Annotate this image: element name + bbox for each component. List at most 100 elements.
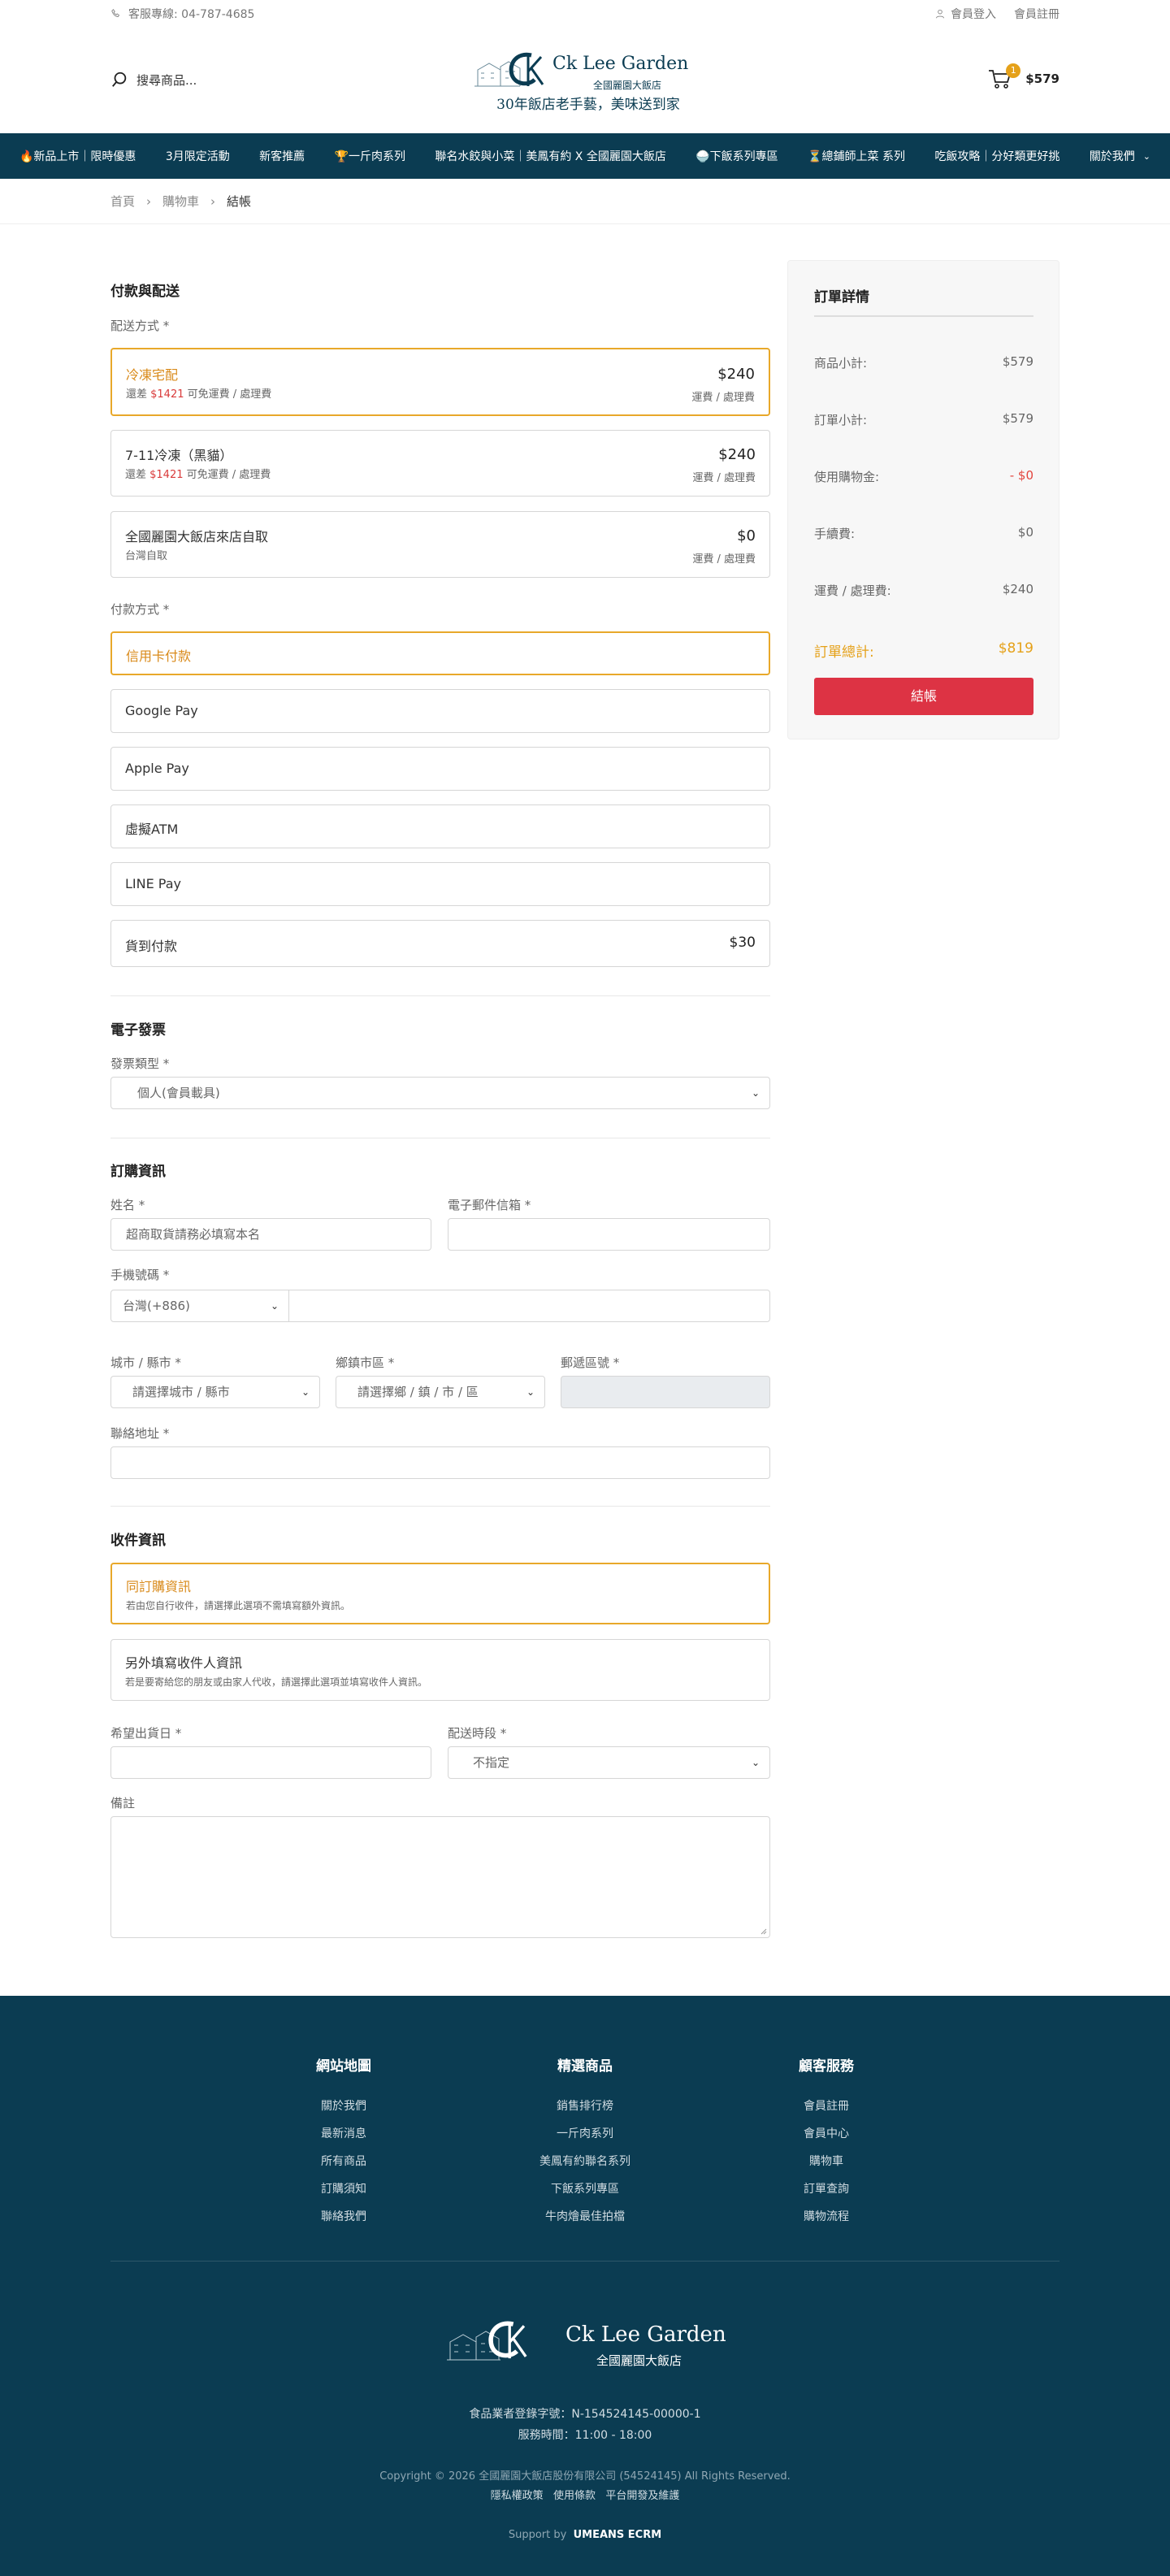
breadcrumb-home[interactable]: 首頁 [110,193,135,210]
footer-link[interactable]: 會員中心 [745,2120,908,2148]
order-summary: 訂單詳情 商品小計: $579 訂單小計: $579 使用購物金: - $0 手… [787,260,1060,739]
search-trigger[interactable]: 搜尋商品... [110,71,197,89]
shipping-option-name: 7-11冷凍（黑貓） [125,448,233,463]
footer-link[interactable]: 聯絡我們 [262,2203,425,2231]
address-input[interactable] [110,1446,770,1479]
ship-date-input[interactable] [110,1746,431,1779]
footer-link[interactable]: 購物車 [745,2148,908,2175]
payment-option-virtual-atm[interactable]: 虛擬ATM [110,804,770,848]
delivery-slot-label: 配送時段 * [448,1726,507,1741]
nav-item-rice[interactable]: 🍚下飯系列專區 [696,148,778,164]
district-select[interactable]: 請選擇鄉 / 鎮 / 市 / 區 ⌄ [336,1376,545,1408]
footer-column-sitemap: 網站地圖 關於我們 最新消息 所有商品 訂購須知 聯絡我們 [262,2054,425,2231]
footer-link[interactable]: 訂購須知 [262,2175,425,2203]
payment-option-fee: $30 [729,935,756,951]
nav-item-new[interactable]: 🔥新品上市｜限時優惠 [20,148,136,164]
nav-about-label: 關於我們 [1089,150,1135,163]
footer-link[interactable]: 銷售排行榜 [504,2092,666,2120]
cart-button[interactable]: 1 $579 [988,63,1060,89]
recipient-option-note: 若是要寄給您的朋友或由家人代收，請選擇此選項並填寫收件人資訊。 [125,1676,428,1688]
summary-row-label: 使用購物金: [814,470,880,484]
payment-option-google-pay[interactable]: Google Pay [110,689,770,733]
invoice-type-select[interactable]: 個人(會員載具) ⌄ [110,1077,770,1109]
nav-item-collab[interactable]: 聯名水餃與小菜｜美鳳有約 X 全國麗園大飯店 [435,148,666,164]
breadcrumb-cart[interactable]: 購物車 [162,193,199,210]
summary-row-value: $0 [1017,525,1034,540]
footer-support: Support by UMEANS ECRM [0,2529,1170,2541]
name-label: 姓名 * [110,1198,145,1212]
footer-link[interactable]: 訂單查詢 [745,2175,908,2203]
breadcrumb: 首頁 › 購物車 › 結帳 [0,179,1170,224]
summary-row-store-credit: 使用購物金: - $0 [814,468,1034,485]
nav-item-chef[interactable]: ⏳總鋪師上菜 系列 [808,148,905,164]
email-input[interactable] [448,1218,770,1251]
shipping-option-price: $240 [718,446,756,463]
section-divider [110,995,770,996]
delivery-slot-select[interactable]: 不指定 ⌄ [448,1746,770,1779]
phone-country-select[interactable]: 台灣(+886) ⌄ [110,1290,289,1322]
footer-link[interactable]: 會員註冊 [745,2092,908,2120]
logo-slogan: 30年飯店老手藝，美味送到家 [496,97,680,113]
payment-option-credit-card[interactable]: 信用卡付款 [110,631,770,675]
nav-item-new-customer[interactable]: 新客推薦 [259,148,305,164]
top-bar: 客服專線: 04-787-4685 會員登入 會員註冊 [0,0,1170,26]
nav-item-march[interactable]: 3月限定活動 [166,148,230,164]
footer-column-service: 顧客服務 會員註冊 會員中心 購物車 訂單查詢 購物流程 [745,2054,908,2231]
footer-logo[interactable]: Ck Lee Garden 全國麗園大飯店 [445,2311,726,2373]
summary-total-value: $819 [998,640,1034,657]
footer-link[interactable]: 最新消息 [262,2120,425,2148]
notes-textarea[interactable] [110,1816,770,1938]
customer-service-phone[interactable]: 客服專線: 04-787-4685 [110,6,254,22]
payment-option-name: Google Pay [125,703,198,718]
city-select[interactable]: 請選擇城市 / 縣市 ⌄ [110,1376,320,1408]
shipping-option-711-frozen[interactable]: 7-11冷凍（黑貓） 還差 $1421 可免運費 / 處理費 $240 運費 /… [110,430,770,497]
shipping-option-name: 全國麗園大飯店來店自取 [125,529,269,544]
order-info-section-title: 訂購資訊 [110,1164,166,1180]
platform-link[interactable]: 平台開發及維護 [605,2490,679,2502]
shipping-option-frozen-delivery[interactable]: 冷凍宅配 還差 $1421 可免運費 / 處理費 $240 運費 / 處理費 [110,348,770,416]
checkout-button[interactable]: 結帳 [814,678,1034,715]
payment-method-label: 付款方式 * [110,602,170,617]
recipient-option-other[interactable]: 另外填寫收件人資訊 若是要寄給您的朋友或由家人代收，請選擇此選項並填寫收件人資訊… [110,1639,770,1701]
payment-option-name: 貨到付款 [125,939,178,954]
address-label: 聯絡地址 * [110,1426,170,1441]
summary-row-label: 運費 / 處理費: [814,583,891,598]
chevron-down-icon: ⌄ [1142,150,1150,162]
shipping-option-note: 還差 $1421 可免運費 / 處理費 [125,469,271,481]
summary-row-label: 訂單小計: [814,413,868,427]
site-logo[interactable]: Ck Lee Garden 全國麗園大飯店 30年飯店老手藝，美味送到家 [471,46,699,114]
shipping-option-store-pickup[interactable]: 全國麗園大飯店來店自取 台灣自取 $0 運費 / 處理費 [110,511,770,578]
site-header: 搜尋商品... Ck Lee Garden 全國麗園大飯店 30年飯店老手藝，美… [0,26,1170,133]
phone-input[interactable] [288,1290,770,1322]
shipping-option-name: 冷凍宅配 [126,367,179,383]
footer-legal-links: 隱私權政策 使用條款 平台開發及維護 [0,2487,1170,2502]
footer-link[interactable]: 下飯系列專區 [504,2175,666,2203]
payment-option-line-pay[interactable]: LINE Pay [110,862,770,906]
footer-link[interactable]: 牛肉燴最佳拍檔 [504,2203,666,2231]
login-link[interactable]: 會員登入 [934,6,996,22]
terms-link[interactable]: 使用條款 [553,2490,596,2502]
resize-handle-icon[interactable] [759,1927,767,1935]
name-input[interactable]: 超商取貨請務必填寫本名 [110,1218,431,1251]
payment-option-cash-on-delivery[interactable]: 貨到付款 $30 [110,920,770,967]
footer-link[interactable]: 所有商品 [262,2148,425,2175]
recipient-option-same[interactable]: 同訂購資訊 若由您自行收件，請選擇此選項不需填寫額外資訊。 [110,1563,770,1624]
payment-option-apple-pay[interactable]: Apple Pay [110,747,770,791]
support-brand-link[interactable]: UMEANS ECRM [574,2529,662,2541]
footer-link[interactable]: 關於我們 [262,2092,425,2120]
ship-date-label: 希望出貨日 * [110,1726,182,1741]
summary-row-shipping: 運費 / 處理費: $240 [814,582,1034,599]
register-link[interactable]: 會員註冊 [1014,6,1060,22]
site-footer: 網站地圖 關於我們 最新消息 所有商品 訂購須知 聯絡我們 精選商品 銷售排行榜… [0,1996,1170,2576]
privacy-policy-link[interactable]: 隱私權政策 [491,2490,544,2502]
footer-link[interactable]: 一斤肉系列 [504,2120,666,2148]
nav-item-about[interactable]: 關於我們 ⌄ [1090,148,1150,164]
summary-row-order-subtotal: 訂單小計: $579 [814,411,1034,428]
footer-link[interactable]: 美鳳有約聯名系列 [504,2148,666,2175]
footer-link[interactable]: 購物流程 [745,2203,908,2231]
chevron-down-icon: ⌄ [751,1087,760,1099]
nav-item-one-pound[interactable]: 🏆一斤肉系列 [335,148,405,164]
footer-column-title: 網站地圖 [316,2058,371,2075]
nav-item-guide[interactable]: 吃飯攻略｜分好類更好挑 [934,148,1060,164]
cart-total: $579 [1025,72,1060,86]
